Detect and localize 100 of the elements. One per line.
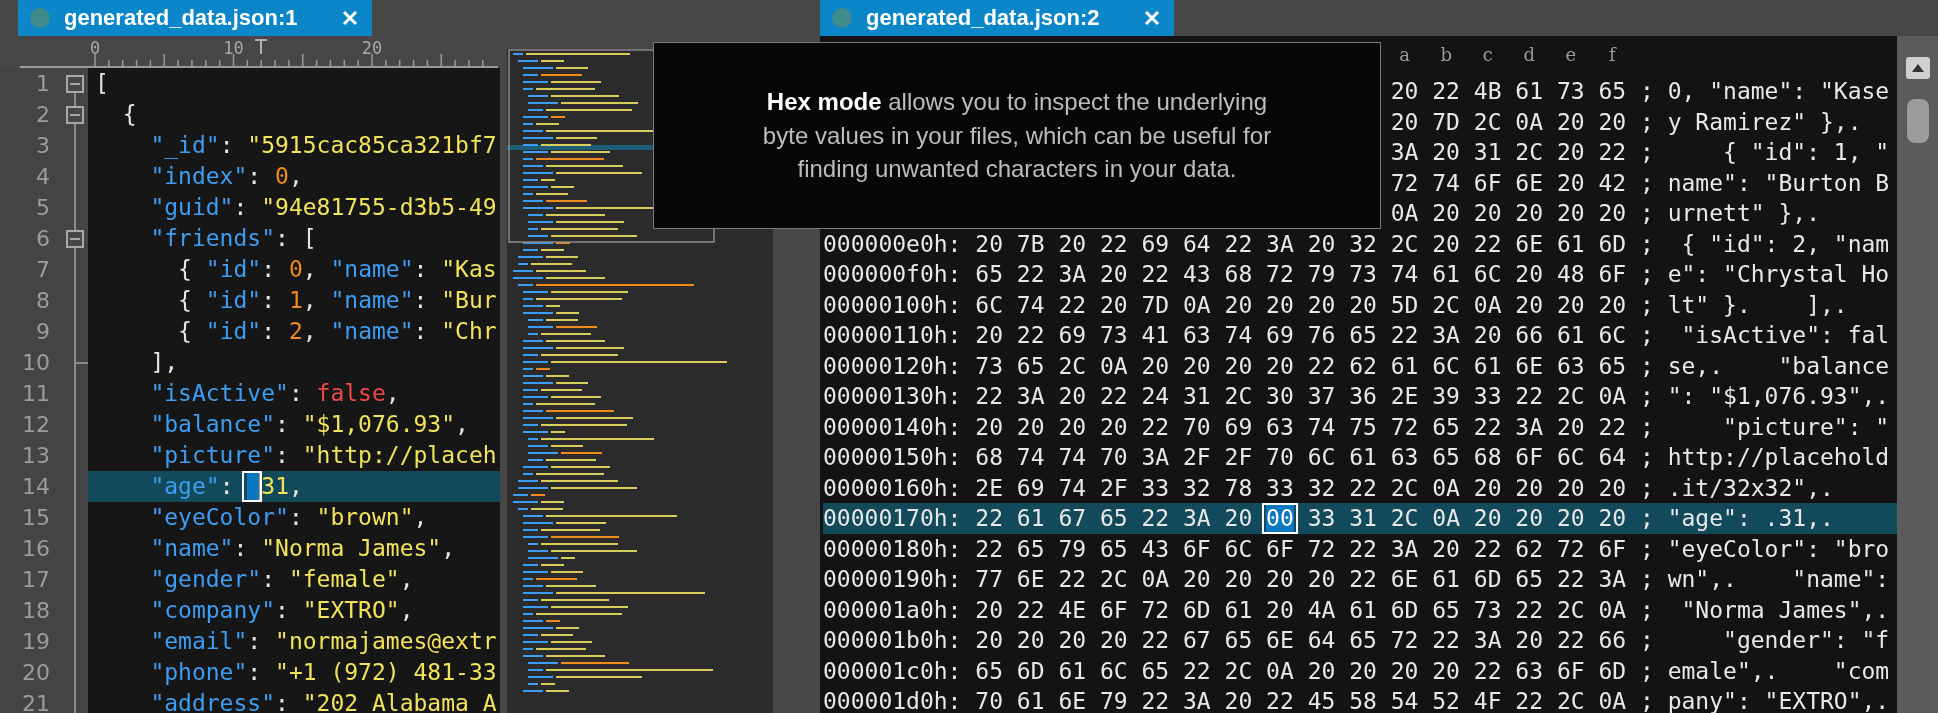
scrollbar-thumb[interactable]	[1906, 99, 1929, 143]
hex-ascii: ; urnett" },.	[1639, 199, 1820, 228]
hex-bytes: 20 22 4E 6F 72 6D 61 20 4A 61 6D 65 73 22 2C 0A	[975, 596, 1627, 623]
hex-bytes: 22 3A 20 22 24 31 2C 30 37 36 2E 39 33 22 2C 0A	[975, 383, 1627, 409]
column-header: e	[1564, 43, 1578, 65]
hex-offset: 00000110h:	[823, 322, 962, 348]
hex-ascii: ; http://placehold	[1639, 443, 1890, 472]
hex-offset: 000001b0h:	[823, 627, 962, 653]
tab-title: generated_data.json:2	[866, 5, 1101, 31]
hex-ascii: ; y Ramirez" },.	[1639, 107, 1862, 137]
line-number: 7	[35, 257, 50, 282]
collapse-toggle[interactable]	[66, 105, 84, 124]
hex-ascii: ; "picture": "	[1639, 412, 1890, 442]
close-icon[interactable]	[341, 10, 358, 26]
line-number: 4	[35, 164, 50, 189]
ruler-label: 20	[361, 38, 383, 58]
line-number: 16	[21, 536, 50, 561]
column-header: b	[1439, 43, 1453, 65]
collapse-toggle[interactable]	[66, 74, 84, 93]
hex-ascii: ; emale",. "com	[1639, 656, 1890, 686]
line-number: 20	[21, 660, 50, 685]
file-tab[interactable]: generated_data.json:2	[820, 0, 1174, 36]
ruler-label: 0	[89, 38, 101, 58]
hex-offset: 00000120h:	[823, 352, 962, 379]
hex-ascii: ; "Norma James",.	[1639, 595, 1890, 625]
hex-bytes: 20 22 69 73 41 63 74 69 76 65 22 3A 20 66 61 6C	[975, 322, 1627, 348]
hex-bytes: 77 6E 22 2C 0A 20 20 20 20 22 6E 61 6D 65 22 3A	[975, 566, 1627, 592]
hex-bytes: 20 22 4B 61 73 65	[1390, 78, 1627, 104]
hex-offset: 00000160h:	[823, 474, 962, 501]
highlight-frame	[242, 471, 263, 502]
hex-offset: 000001c0h:	[823, 657, 962, 684]
hex-ascii: ; lt" }. ],.	[1639, 290, 1848, 320]
column-header: c	[1481, 43, 1494, 65]
scroll-up-button[interactable]	[1905, 57, 1930, 79]
line-number: 12	[21, 412, 50, 437]
hex-bytes: 6C 74 22 20 7D 0A 20 20 20 20 5D 2C 0A 20 20 20	[975, 291, 1627, 318]
hex-bytes: 20 7B 20 22 69 64 22 3A 20 32 2C 20 22 6E 61 6D	[975, 230, 1627, 257]
hex-offset: 00000190h:	[823, 566, 962, 592]
hex-bytes: 65 6D 61 6C 65 22 2C 0A 20 20 20 20 22 63 6F 6D	[975, 657, 1627, 684]
hex-bytes: 72 74 6F 6E 20 42	[1390, 169, 1627, 196]
line-number: 17	[21, 567, 50, 592]
hex-ascii: ; { "id": 1, "	[1639, 138, 1890, 167]
hex-bytes: 20 7D 2C 0A 20 20	[1390, 108, 1627, 135]
hex-offset: 00000100h:	[823, 291, 962, 318]
hex-ascii: ; name": "Burton B	[1639, 168, 1890, 198]
line-number: 18	[21, 598, 50, 623]
tooltip: Hex mode allows you to inspect the underlying byte values in your files, which can be useful for finding unwanted characters in your data.	[653, 42, 1381, 229]
line-number: 6	[35, 226, 50, 251]
line-number: 3	[35, 133, 50, 158]
hex-ascii: ; 0, "name": "Kase	[1639, 77, 1890, 106]
line-number: 13	[21, 443, 50, 468]
file-dot-icon	[30, 8, 50, 28]
column-header: f	[1608, 43, 1618, 65]
line-number: 10	[21, 350, 50, 375]
line-number: 5	[35, 195, 50, 220]
hex-ascii: ; se,. "balance	[1639, 351, 1890, 381]
hex-bytes: 73 65 2C 0A 20 20 20 20 22 62 61 6C 61 6E 63 65	[975, 352, 1627, 379]
column-header: d	[1522, 43, 1537, 65]
line-number: 9	[35, 319, 50, 344]
hex-bytes: 20 20 20 20 22 67 65 6E 64 65 72 22 3A 20 22 66	[975, 627, 1627, 653]
hex-bytes: 22 65 79 65 43 6F 6C 6F 72 22 3A 20 22 62 72 6F	[975, 535, 1627, 562]
hex-bytes: 3A 20 31 2C 20 22	[1390, 139, 1627, 165]
line-number: 21	[21, 691, 50, 713]
line-number: 14	[21, 474, 50, 499]
highlight-frame	[1262, 503, 1298, 534]
line-number: 19	[21, 629, 50, 654]
hex-offset: 00000180h:	[823, 535, 962, 562]
hex-offset: 00000170h:	[823, 505, 962, 531]
hex-ascii: ; { "id": 2, "nam	[1639, 229, 1890, 259]
line-number: 8	[35, 288, 50, 313]
hex-bytes: 2E 69 74 2F 33 32 78 33 32 22 2C 0A 20 20 20 20	[975, 474, 1627, 501]
hex-bytes: 20 20 20 20 22 70 69 63 74 75 72 65 22 3A 20 22	[975, 413, 1627, 440]
hex-ascii: ; ": "$1,076.93",.	[1639, 382, 1890, 411]
hex-ascii: ; "gender": "f	[1639, 626, 1890, 655]
hex-offset: 000001a0h:	[823, 596, 962, 623]
file-tab[interactable]: generated_data.json:1	[18, 0, 372, 36]
hex-offset: 000000f0h:	[823, 261, 962, 287]
hex-ascii: ; "eyeColor": "bro	[1639, 534, 1890, 564]
hex-ascii: ; pany": "EXTRO",.	[1639, 687, 1890, 713]
hex-ascii: ; wn",. "name":	[1639, 565, 1890, 594]
hex-offset: 00000150h:	[823, 444, 962, 470]
hex-offset: 000000e0h:	[823, 230, 962, 257]
column-header: a	[1398, 43, 1412, 65]
hex-bytes: 0A 20 20 20 20 20	[1390, 200, 1627, 226]
hex-offset: 000001d0h:	[823, 688, 962, 713]
line-number: 2	[35, 102, 50, 127]
close-icon[interactable]	[1143, 10, 1160, 26]
tab-title: generated_data.json:1	[64, 5, 299, 31]
hex-bytes: 70 61 6E 79 22 3A 20 22 45 58 54 52 4F 22 2C 0A	[975, 688, 1627, 713]
hex-offset: 00000140h:	[823, 413, 962, 440]
hex-bytes: 22 61 67 65 22 3A 20 00 33 31 2C 0A 20 20 20 20	[975, 505, 1627, 531]
file-dot-icon	[832, 8, 852, 28]
ruler-label: 10	[223, 38, 244, 58]
hex-ascii: ; .it/32x32",.	[1639, 473, 1834, 503]
line-number: 11	[21, 381, 50, 406]
hex-ascii: ; "isActive": fal	[1639, 321, 1890, 350]
hex-bytes: 65 22 3A 20 22 43 68 72 79 73 74 61 6C 20 48 6F	[975, 261, 1627, 287]
tab-stop-icon[interactable]	[254, 39, 268, 55]
hex-offset: 00000130h:	[823, 383, 962, 409]
collapse-toggle[interactable]	[66, 229, 84, 248]
